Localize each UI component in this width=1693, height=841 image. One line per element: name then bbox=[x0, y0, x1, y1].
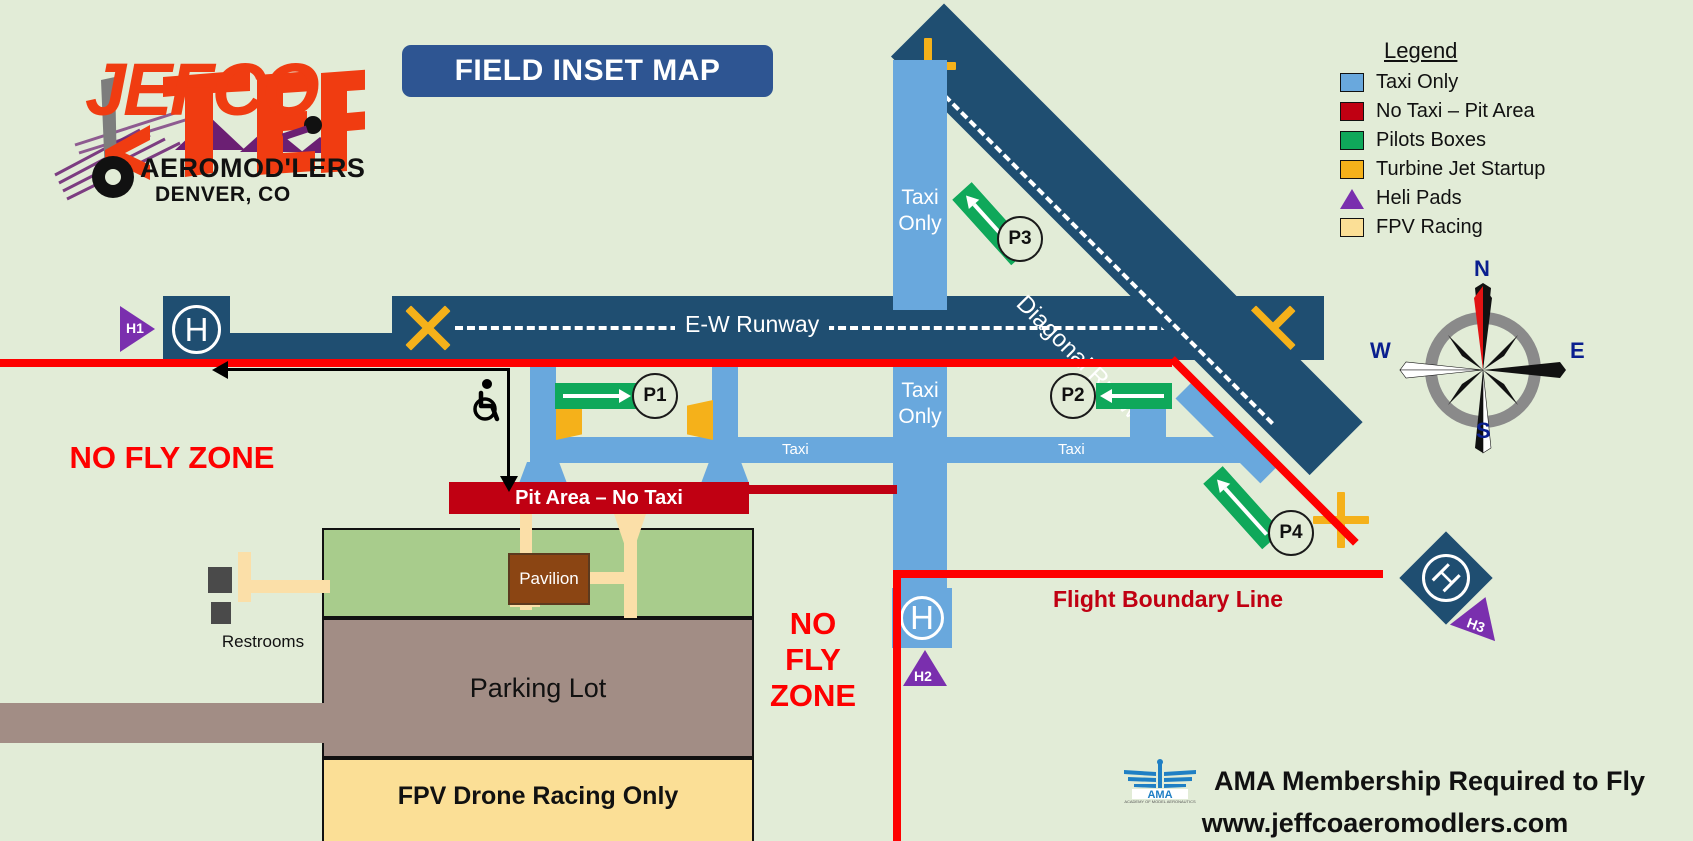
heli-pad-h1: H bbox=[163, 296, 230, 363]
jefco-logo: AEROMOD'LERS DENVER, CO JEFCO bbox=[45, 25, 375, 206]
pit-area-banner: Pit Area – No Taxi bbox=[449, 482, 749, 514]
flight-boundary-label: Flight Boundary Line bbox=[1053, 586, 1283, 612]
taxi-label-east: Taxi bbox=[1058, 441, 1085, 458]
compass-label-south: S bbox=[1476, 418, 1491, 443]
legend-label-taxi-only: Taxi Only bbox=[1376, 71, 1459, 93]
legend-swatch-fpv-racing bbox=[1340, 218, 1364, 237]
legend-label-pilots-boxes: Pilots Boxes bbox=[1376, 129, 1487, 151]
accessible-route-arrow-vertical bbox=[507, 368, 510, 478]
ama-website-text: www.jeffcoaeromodlers.com bbox=[1201, 808, 1569, 838]
svg-text:DENVER, CO: DENVER, CO bbox=[155, 183, 291, 205]
no-fly-center-line3: ZONE bbox=[769, 678, 857, 713]
no-fly-center-line1: NO bbox=[789, 606, 837, 641]
restroom-building-2 bbox=[211, 602, 231, 624]
legend-label-fpv-racing: FPV Racing bbox=[1376, 216, 1483, 238]
legend-label-heli-pads: Heli Pads bbox=[1376, 187, 1462, 209]
ama-footer: AMA ACADEMY OF MODEL AERONAUTICS AMA Mem… bbox=[1120, 758, 1650, 839]
pit-area-connector bbox=[749, 485, 897, 494]
legend-swatch-taxi-only bbox=[1340, 73, 1364, 92]
legend-heading: Legend bbox=[1384, 38, 1458, 63]
heli-pad-h2: H bbox=[892, 588, 952, 648]
taxi-label-west: Taxi bbox=[782, 441, 809, 458]
turbine-jet-startup-east bbox=[687, 400, 713, 440]
walking-path-restrooms-vert bbox=[238, 552, 251, 602]
page-title: FIELD INSET MAP bbox=[402, 45, 773, 97]
legend-item-fpv-racing: FPV Racing bbox=[1340, 213, 1590, 242]
walking-path-pavilion-link bbox=[588, 572, 630, 584]
no-fly-center-line2: FLY bbox=[785, 642, 841, 677]
legend-item-pilots-boxes: Pilots Boxes bbox=[1340, 126, 1590, 155]
pilot-box-badge-p3: P3 bbox=[997, 216, 1043, 262]
runway-closed-x-west bbox=[400, 300, 456, 356]
compass-rose: N S E W bbox=[1370, 256, 1588, 458]
flight-boundary-top bbox=[0, 359, 1172, 367]
access-road bbox=[0, 703, 330, 743]
legend-item-heli-pads: Heli Pads bbox=[1340, 184, 1590, 213]
accessible-route-arrow-head-south bbox=[500, 476, 518, 492]
pilot-box-badge-p2: P2 bbox=[1050, 373, 1096, 419]
legend-label-no-taxi: No Taxi – Pit Area bbox=[1376, 100, 1535, 122]
ama-logo-icon: AMA ACADEMY OF MODEL AERONAUTICS bbox=[1124, 759, 1196, 804]
restrooms-label: Restrooms bbox=[221, 632, 305, 651]
ama-membership-text: AMA Membership Required to Fly bbox=[1214, 765, 1646, 796]
flight-boundary-vertical bbox=[893, 570, 901, 841]
compass-label-east: E bbox=[1570, 338, 1585, 363]
runway-closed-x-diag-south bbox=[1301, 480, 1380, 559]
accessible-route-arrow-head-west bbox=[212, 361, 228, 379]
ew-runway-centerline bbox=[455, 326, 1265, 330]
parking-lot: Parking Lot bbox=[322, 618, 754, 758]
pilot-box-badge-p4: P4 bbox=[1268, 510, 1314, 556]
taxi-only-label-north: Taxi Only bbox=[898, 186, 942, 235]
walking-path-restrooms bbox=[240, 580, 330, 593]
logo-brand-text: JEFCO bbox=[85, 48, 320, 131]
pilot-box-badge-p1: P1 bbox=[632, 373, 678, 419]
wheelchair-accessible-icon bbox=[473, 379, 500, 422]
legend-swatch-heli-pads bbox=[1340, 188, 1364, 209]
legend-item-taxi-only: Taxi Only bbox=[1340, 68, 1590, 97]
ew-runway-label: E-W Runway bbox=[675, 311, 830, 338]
restroom-building-1 bbox=[208, 567, 232, 593]
legend-item-turbine: Turbine Jet Startup bbox=[1340, 155, 1590, 184]
legend-swatch-pilots-boxes bbox=[1340, 131, 1364, 150]
fpv-racing-zone: FPV Drone Racing Only bbox=[322, 758, 754, 841]
legend-item-no-taxi: No Taxi – Pit Area bbox=[1340, 97, 1590, 126]
svg-text:AEROMOD'LERS: AEROMOD'LERS bbox=[140, 153, 365, 183]
pilot-box-p2 bbox=[1096, 383, 1172, 409]
flight-boundary-bottom bbox=[893, 570, 1383, 578]
heli-triangle-h1-label: H1 bbox=[126, 320, 144, 336]
legend-swatch-turbine bbox=[1340, 160, 1364, 179]
heli-pad-h1-marker: H bbox=[172, 305, 221, 354]
accessible-route-arrow-horizontal bbox=[225, 368, 510, 371]
no-fly-zone-west: NO FLY ZONE bbox=[69, 440, 275, 475]
no-fly-zone-center: NO FLY ZONE bbox=[768, 606, 858, 714]
heli-triangle-h2-label: H2 bbox=[914, 668, 932, 684]
pavilion-building: Pavilion bbox=[508, 553, 590, 605]
compass-label-west: W bbox=[1370, 338, 1391, 363]
heli-pad-h2-marker: H bbox=[899, 595, 945, 641]
compass-label-north: N bbox=[1474, 256, 1490, 281]
taxi-only-label-south: Taxi Only bbox=[898, 379, 942, 428]
pilot-box-p1 bbox=[555, 383, 639, 409]
legend-swatch-no-taxi bbox=[1340, 102, 1364, 121]
taxiway-connector-2 bbox=[712, 360, 738, 475]
legend-label-turbine: Turbine Jet Startup bbox=[1376, 158, 1546, 180]
svg-text:ACADEMY OF MODEL AERONAUTICS: ACADEMY OF MODEL AERONAUTICS bbox=[1124, 799, 1196, 804]
legend: Legend Taxi Only No Taxi – Pit Area Pilo… bbox=[1340, 38, 1590, 242]
taxiway-connector-1 bbox=[530, 360, 556, 475]
field-inset-map: AEROMOD'LERS DENVER, CO JEFCO FIELD INSE… bbox=[0, 0, 1693, 841]
taxiway-horizontal-east bbox=[940, 437, 1240, 463]
